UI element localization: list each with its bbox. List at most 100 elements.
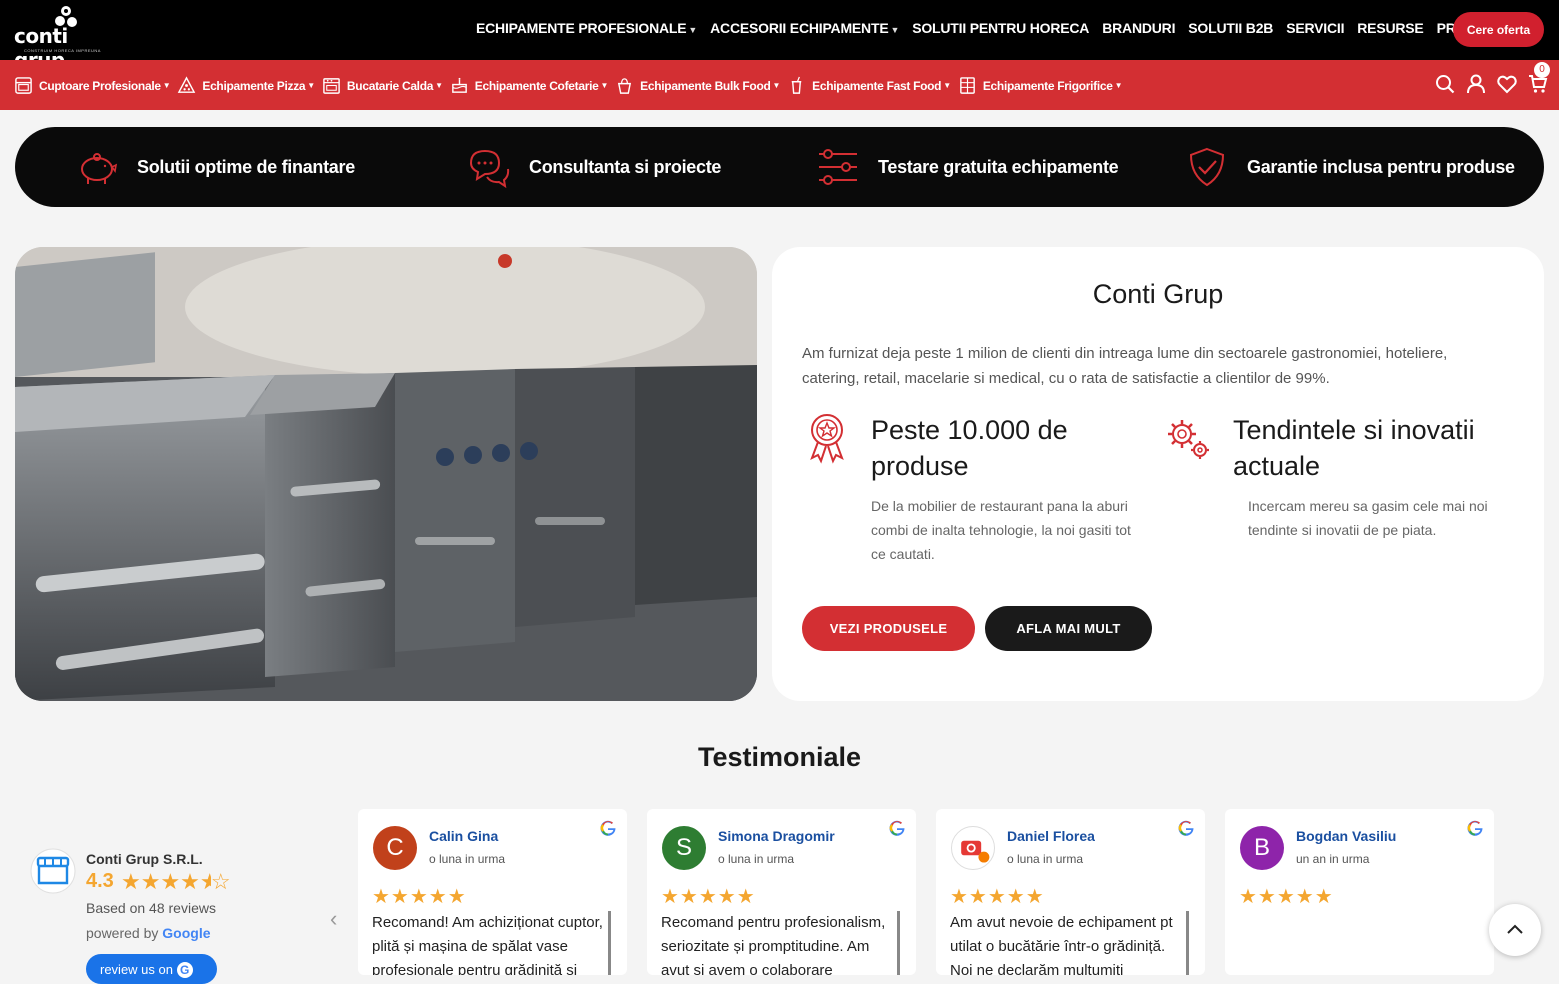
category-fast-food[interactable]: Echipamente Fast Food ▼: [787, 76, 951, 95]
piggy-bank-icon: [81, 153, 118, 184]
reviewer-avatar: [951, 826, 995, 870]
google-g-icon: [888, 819, 906, 837]
google-g-icon: G: [176, 962, 193, 978]
gears-icon: [1168, 420, 1209, 459]
review-date: o luna in urma: [429, 852, 506, 866]
chevron-down-icon: ▼: [1114, 81, 1123, 90]
feature-trends: Tendintele si inovatii actuale Incercam …: [1162, 412, 1512, 582]
review-text: Am avut nevoie de echipament pt utilat o…: [950, 914, 1173, 975]
review-stars: ★★★★★: [950, 886, 1045, 908]
category-pizza[interactable]: Echipamente Pizza ▼: [177, 76, 315, 95]
search-icon[interactable]: [1435, 74, 1455, 94]
main-nav: ECHIPAMENTE PROFESIONALE ▼ ACCESORII ECHI…: [476, 20, 1504, 36]
review-scrollbar[interactable]: [1186, 911, 1189, 975]
kitchen-equipment-photo: [15, 247, 757, 701]
learn-more-button[interactable]: AFLA MAI MULT: [985, 606, 1152, 651]
reviewer-name[interactable]: Calin Gina: [429, 828, 498, 844]
chevron-down-icon: ▼: [890, 25, 900, 35]
testimonials-title: Testimoniale: [697, 742, 862, 772]
fridge-icon: [959, 77, 975, 94]
review-date: un an in urma: [1296, 852, 1370, 866]
camera-avatar-icon: [961, 840, 990, 863]
cart-count-badge: 0: [1534, 62, 1550, 78]
review-text: Recomand! Am achiziționat cuptor, plită …: [372, 914, 603, 975]
review-date: o luna in urma: [1007, 852, 1084, 866]
review-card: B Bogdan Vasiliu un an in urma ★★★★★: [1225, 809, 1494, 975]
powered-by: powered by Google: [86, 925, 211, 941]
top-header: conti grup CONSTRUIM HORECA IMPREUNA ECH…: [0, 0, 1559, 72]
store-icon: [30, 848, 76, 894]
benefit-testing[interactable]: Testare gratuita echipamente: [816, 127, 1119, 207]
reviewer-avatar: B: [1240, 826, 1284, 870]
review-card: C Calin Gina o luna in urma ★★★★★ Recomand! …: [358, 809, 627, 975]
review-stars: ★★★★★: [372, 886, 467, 908]
category-bar: Cuptoare Profesionale ▼ Echipamente Pizza…: [0, 60, 1559, 110]
review-card: S Simona Dragomir o luna in urma ★★★★★ Recom…: [647, 809, 916, 975]
user-icon[interactable]: [1466, 74, 1486, 94]
oven-icon: [15, 77, 32, 94]
category-bucatarie-calda[interactable]: Bucatarie Calda ▼: [322, 76, 443, 95]
chevron-up-icon: [1507, 924, 1523, 934]
chevron-down-icon: ▼: [435, 81, 443, 90]
chevron-down-icon: ▼: [943, 81, 951, 90]
nav-resurse[interactable]: RESURSE: [1357, 20, 1423, 36]
reviewer-avatar: C: [373, 826, 417, 870]
heart-icon[interactable]: [1497, 74, 1517, 94]
scroll-to-top-button[interactable]: [1489, 904, 1541, 956]
google-rating-summary: Conti Grup S.R.L. 4.3 ★★★★★☆ Based on 48…: [30, 848, 290, 984]
nav-servicii[interactable]: SERVICII: [1286, 20, 1344, 36]
nav-solutii-horeca[interactable]: SOLUTII PENTRU HORECA: [912, 20, 1089, 36]
award-ribbon-icon: [810, 414, 844, 464]
category-frigorifice[interactable]: Echipamente Frigorifice ▼: [958, 76, 1123, 95]
feature-trends-text: Incercam mereu sa gasim cele mai noi ten…: [1248, 498, 1488, 538]
chevron-down-icon: ▼: [772, 81, 781, 90]
nav-accesorii-echipamente[interactable]: ACCESORII ECHIPAMENTE ▼: [710, 20, 899, 36]
review-scrollbar[interactable]: [608, 911, 611, 975]
review-date: o luna in urma: [718, 852, 795, 866]
review-us-button[interactable]: review us on G: [86, 954, 217, 984]
review-text: Recomand pentru profesionalism, seriozit…: [661, 914, 886, 975]
nav-echipamente-profesionale[interactable]: ECHIPAMENTE PROFESIONALE ▼: [476, 20, 697, 36]
stove-icon: [323, 78, 340, 94]
benefit-warranty[interactable]: Garantie inclusa pentru produse: [1185, 127, 1515, 207]
bulk-food-icon: [618, 78, 632, 94]
benefit-financing[interactable]: Solutii optime de finantare: [75, 127, 355, 207]
sliders-icon: [819, 149, 857, 185]
nav-solutii-b2b[interactable]: SOLUTII B2B: [1188, 20, 1273, 36]
chevron-down-icon: ▼: [600, 81, 609, 90]
feature-trends-title: Tendintele si inovatii actuale: [1233, 415, 1475, 481]
request-offer-button[interactable]: Cere oferta: [1453, 12, 1544, 47]
reviewer-name[interactable]: Daniel Florea: [1007, 828, 1095, 844]
view-products-button[interactable]: VEZI PRODUSELE: [802, 606, 975, 651]
rating-stars: ★★★★★☆: [121, 869, 231, 894]
benefit-consulting[interactable]: Consultanta si proiecte: [467, 127, 721, 207]
about-lead: Am furnizat deja peste 1 milion de clien…: [802, 345, 1448, 387]
shield-check-icon: [1189, 147, 1225, 187]
reviewer-name[interactable]: Bogdan Vasiliu: [1296, 828, 1396, 844]
review-card: Daniel Florea o luna in urma ★★★★★ Am avut …: [936, 809, 1205, 975]
chevron-down-icon: ▼: [307, 81, 315, 90]
chevron-down-icon: ▼: [162, 81, 171, 90]
google-g-icon: [599, 819, 617, 837]
benefits-bar: Solutii optime de finantare Consultanta …: [15, 127, 1544, 207]
category-bulk-food[interactable]: Echipamente Bulk Food ▼: [615, 76, 780, 95]
kitchen-equipment-illustration: [15, 247, 757, 701]
review-stars: ★★★★★: [661, 886, 756, 908]
feature-products-text: De la mobilier de restaurant pana la abu…: [871, 498, 1131, 562]
review-stars: ★★★★★: [1239, 886, 1334, 908]
category-cofetarie[interactable]: Echipamente Cofetarie ▼: [450, 76, 608, 95]
review-scrollbar[interactable]: [897, 911, 900, 975]
reviewer-name[interactable]: Simona Dragomir: [718, 828, 835, 844]
pizza-icon: [178, 76, 196, 93]
google-g-icon: [1177, 819, 1195, 837]
nav-branduri[interactable]: BRANDURI: [1102, 20, 1175, 36]
reviews-count: Based on 48 reviews: [86, 900, 216, 916]
feature-products-title: Peste 10.000 de produse: [871, 415, 1068, 481]
rating-score: 4.3: [86, 870, 114, 892]
carousel-prev-arrow[interactable]: ‹: [330, 906, 337, 932]
category-cuptoare[interactable]: Cuptoare Profesionale ▼: [14, 76, 171, 95]
about-title: Conti Grup: [1092, 279, 1224, 309]
company-name: Conti Grup S.R.L.: [86, 851, 203, 867]
conti-grup-logo[interactable]: conti grup CONSTRUIM HORECA IMPREUNA: [14, 6, 114, 72]
google-g-icon: [1466, 819, 1484, 837]
